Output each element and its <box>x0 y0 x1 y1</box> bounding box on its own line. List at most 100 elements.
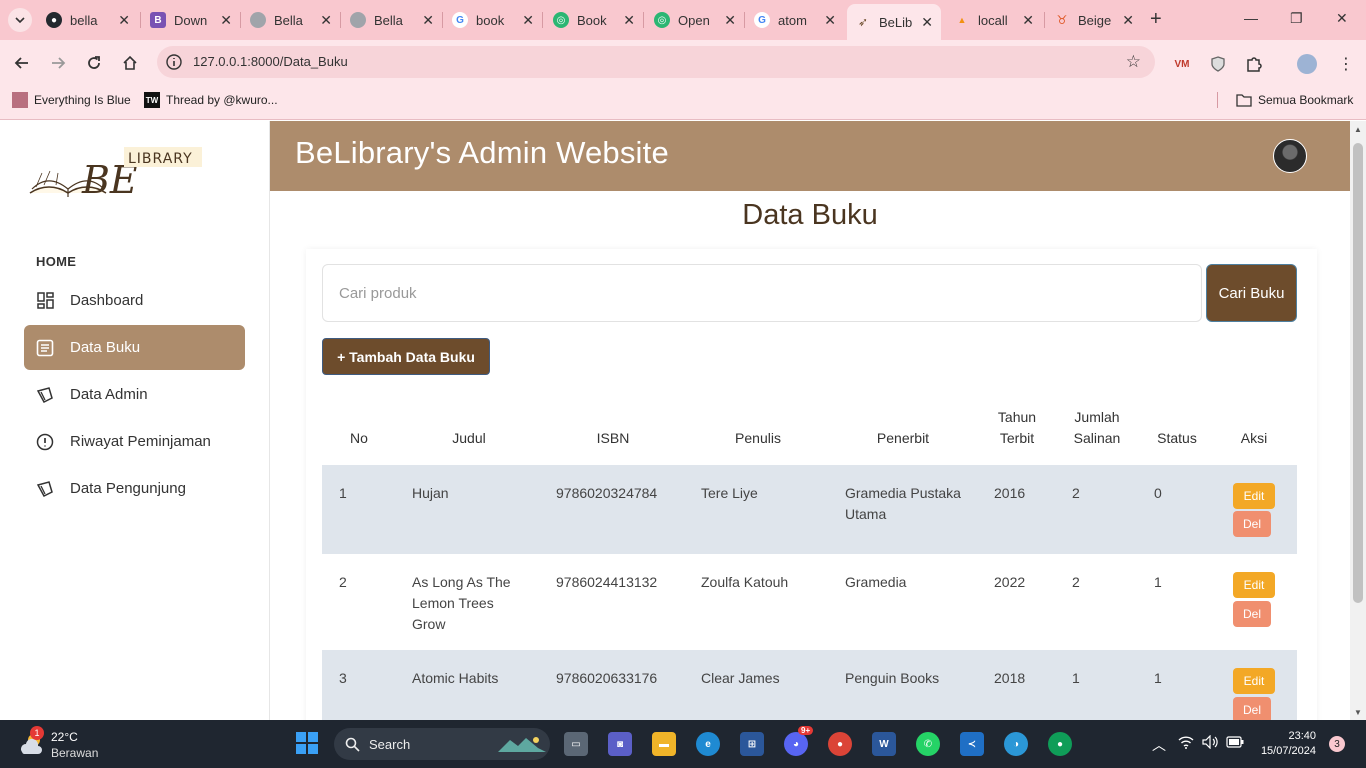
site-title: BeLibrary's Admin Website <box>295 135 669 170</box>
task-view-icon[interactable]: ▭ <box>564 732 588 756</box>
scrollbar-thumb[interactable] <box>1353 143 1363 603</box>
weather-widget[interactable]: 1 22°C Berawan <box>16 726 126 760</box>
sidebar-item-data-pengunjung[interactable]: Data Pengunjung <box>24 466 245 511</box>
discord-icon[interactable]: ◕ 9+ <box>784 726 814 756</box>
chevron-up-icon[interactable]: ︿ <box>1152 735 1166 755</box>
browser-tab[interactable]: Bella ✕ <box>242 6 340 34</box>
scroll-up-arrow-icon[interactable]: ▲ <box>1350 121 1366 137</box>
cell-tahun: 2018 <box>994 670 1026 686</box>
close-icon[interactable]: ✕ <box>522 12 534 29</box>
browser-tab[interactable]: ♉ Beige ✕ <box>1046 6 1142 34</box>
google-icon: G <box>754 12 770 28</box>
search-button[interactable]: Cari Buku <box>1206 264 1297 322</box>
phpmyadmin-icon: ▲ <box>957 15 967 25</box>
reload-icon[interactable] <box>83 52 105 74</box>
close-icon[interactable]: ✕ <box>623 12 635 29</box>
file-explorer-icon[interactable]: ▬ <box>652 732 676 756</box>
cell-no: 3 <box>339 670 347 686</box>
browser-tab[interactable]: ◎ Book ✕ <box>545 6 643 34</box>
close-icon[interactable]: ✕ <box>220 12 232 29</box>
table-row: 2 As Long As The Lemon Trees Grow 978602… <box>322 554 1297 650</box>
browser-tab[interactable]: G atom ✕ <box>746 6 844 34</box>
openai-icon: ◎ <box>654 12 670 28</box>
delete-button[interactable]: Del <box>1233 697 1271 720</box>
cell-jumlah: 1 <box>1072 670 1080 686</box>
system-clock[interactable]: 23:40 15/07/2024 <box>1256 729 1316 759</box>
scroll-down-arrow-icon[interactable]: ▼ <box>1350 704 1366 720</box>
puzzle-extensions-icon[interactable] <box>1244 54 1264 74</box>
volume-icon[interactable] <box>1202 734 1218 752</box>
shield-extension-icon[interactable] <box>1208 54 1228 74</box>
all-bookmarks-button[interactable]: Semua Bookmark <box>1236 92 1353 108</box>
notification-badge[interactable]: 3 <box>1329 736 1345 752</box>
battery-icon[interactable] <box>1226 735 1244 751</box>
browser-tab[interactable]: ◎ Open ✕ <box>646 6 744 34</box>
cell-penerbit: Penguin Books <box>845 670 940 686</box>
more-menu-icon[interactable]: ⋮ <box>1336 54 1356 74</box>
info-icon[interactable] <box>165 53 183 71</box>
taskbar-search[interactable]: Search <box>334 728 550 760</box>
wifi-icon[interactable] <box>1178 735 1194 752</box>
chrome-profile-icon[interactable]: ● <box>1048 732 1072 756</box>
cell-penerbit: Gramedia Pustaka Utama <box>845 485 961 522</box>
close-icon[interactable]: ✕ <box>724 12 736 29</box>
microsoft-store-icon[interactable]: ⊞ <box>740 732 764 756</box>
browser-tab[interactable]: ▲ locall ✕ <box>946 6 1042 34</box>
cell-status: 1 <box>1154 574 1162 590</box>
edit-button[interactable]: Edit <box>1233 572 1275 598</box>
address-bar[interactable]: 127.0.0.1:8000/Data_Buku ☆ <box>157 46 1155 78</box>
close-icon[interactable]: ✕ <box>1122 12 1134 29</box>
sidebar-item-data-admin[interactable]: Data Admin <box>24 372 245 417</box>
whatsapp-icon[interactable]: ✆ <box>916 732 940 756</box>
delete-button[interactable]: Del <box>1233 601 1271 627</box>
close-icon[interactable]: ✕ <box>320 12 332 29</box>
close-icon[interactable]: ✕ <box>118 12 130 29</box>
close-icon[interactable]: ✕ <box>921 14 933 31</box>
word-icon[interactable]: W <box>872 732 896 756</box>
search-input[interactable] <box>322 264 1202 322</box>
delete-button[interactable]: Del <box>1233 511 1271 537</box>
new-tab-button[interactable]: + <box>1150 8 1162 31</box>
vm-extension-icon[interactable]: VM <box>1172 54 1192 74</box>
browser-tab[interactable]: G book ✕ <box>444 6 542 34</box>
column-header-judul: Judul <box>452 430 486 446</box>
search-highlight-illustration <box>498 737 546 752</box>
close-window-icon[interactable]: ✕ <box>1336 10 1348 27</box>
browser-tab[interactable]: B Down ✕ <box>142 6 240 34</box>
back-icon[interactable] <box>11 52 33 74</box>
restore-icon[interactable]: ❐ <box>1290 10 1303 27</box>
teams-icon[interactable]: ◙ <box>608 732 632 756</box>
close-icon[interactable]: ✕ <box>824 12 836 29</box>
chrome-icon[interactable]: ● <box>828 732 852 756</box>
url-text: 127.0.0.1:8000/Data_Buku <box>193 54 348 69</box>
close-icon[interactable]: ✕ <box>422 12 434 29</box>
forward-icon[interactable] <box>47 52 69 74</box>
home-icon[interactable] <box>119 52 141 74</box>
browser-tab[interactable]: ● bella ✕ <box>38 6 138 34</box>
bookmark-item[interactable]: Everything Is Blue <box>12 92 131 108</box>
sidebar-item-dashboard[interactable]: Dashboard <box>24 278 245 323</box>
minimize-icon[interactable]: — <box>1244 10 1258 26</box>
tab-search-button[interactable] <box>8 8 32 32</box>
vscode-icon[interactable]: ≺ <box>960 732 984 756</box>
edit-button[interactable]: Edit <box>1233 668 1275 694</box>
windows-start-icon[interactable] <box>296 732 318 754</box>
bookmark-star-icon[interactable]: ☆ <box>1126 52 1141 72</box>
app-icon[interactable]: ◑ <box>1004 732 1028 756</box>
browser-tab[interactable]: Bella ✕ <box>342 6 442 34</box>
page-scrollbar[interactable]: ▲ ▼ <box>1350 121 1366 720</box>
edge-icon[interactable]: e <box>696 732 720 756</box>
close-icon[interactable]: ✕ <box>1022 12 1034 29</box>
add-book-button[interactable]: + Tambah Data Buku <box>322 338 490 375</box>
profile-avatar[interactable] <box>1297 54 1317 74</box>
bookmark-item[interactable]: TW Thread by @kwuro... <box>144 92 278 108</box>
ticket-icon <box>36 386 54 404</box>
column-header-isbn: ISBN <box>596 430 630 446</box>
weather-badge: 1 <box>30 726 44 740</box>
sidebar-item-data-buku[interactable]: Data Buku <box>24 325 245 370</box>
browser-tab-active[interactable]: ➶ BeLib ✕ <box>847 4 941 40</box>
belibrary-logo[interactable]: BE LIBRARY <box>28 141 204 205</box>
edit-button[interactable]: Edit <box>1233 483 1275 509</box>
user-avatar[interactable] <box>1273 139 1307 173</box>
sidebar-item-riwayat-peminjaman[interactable]: Riwayat Peminjaman <box>24 419 245 464</box>
